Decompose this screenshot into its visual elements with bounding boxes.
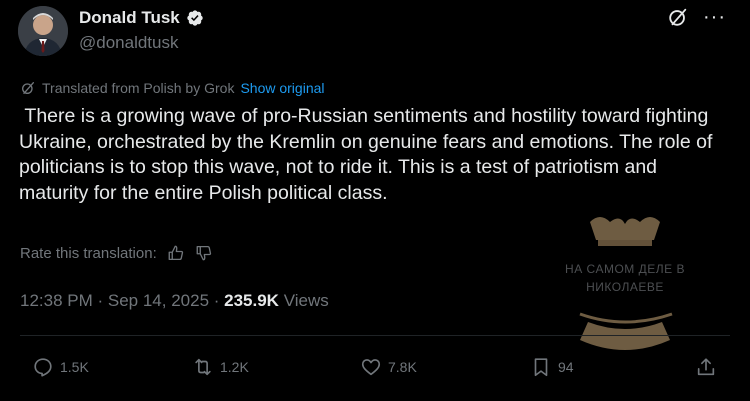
share-icon bbox=[697, 358, 715, 376]
like-count: 7.8K bbox=[388, 359, 417, 375]
more-options-icon[interactable]: ··· bbox=[703, 7, 726, 27]
views-label: Views bbox=[278, 291, 329, 310]
share-button[interactable] bbox=[695, 356, 717, 378]
bookmark-button[interactable]: 94 bbox=[530, 356, 574, 378]
rate-label: Rate this translation: bbox=[20, 244, 157, 262]
reply-count: 1.5K bbox=[60, 359, 89, 375]
like-button[interactable]: 7.8K bbox=[360, 356, 417, 378]
top-actions: ··· bbox=[667, 6, 726, 28]
views-count: 235.9K bbox=[224, 291, 279, 310]
tweet-date[interactable]: Sep 14, 2025 bbox=[108, 291, 209, 310]
author-name-row[interactable]: Donald Tusk bbox=[79, 8, 204, 28]
watermark-emblem-icon bbox=[579, 217, 673, 350]
rate-translation: Rate this translation: bbox=[20, 244, 213, 262]
translation-label: Translated from Polish by Grok bbox=[42, 80, 235, 96]
watermark-text-line2: НИКОЛАЕВЕ bbox=[586, 280, 664, 294]
watermark: НА САМОМ ДЕЛЕ В НИКОЛАЕВЕ bbox=[540, 210, 710, 380]
meta-separator-2: · bbox=[209, 291, 225, 310]
avatar-image bbox=[18, 6, 68, 56]
repost-button[interactable]: 1.2K bbox=[192, 356, 249, 378]
tweet-time[interactable]: 12:38 PM bbox=[20, 291, 93, 310]
verified-badge-icon bbox=[187, 10, 203, 26]
translation-notice: Translated from Polish by Grok Show orig… bbox=[20, 80, 325, 96]
display-name[interactable]: Donald Tusk bbox=[79, 8, 180, 28]
thumbs-up-icon[interactable] bbox=[167, 244, 185, 262]
grok-icon[interactable] bbox=[667, 6, 689, 28]
repost-icon bbox=[195, 358, 211, 376]
reply-button[interactable]: 1.5K bbox=[32, 356, 89, 378]
show-original-link[interactable]: Show original bbox=[240, 80, 324, 96]
bookmark-count: 94 bbox=[558, 359, 574, 375]
reply-icon bbox=[34, 358, 52, 377]
meta-separator: · bbox=[92, 291, 108, 310]
action-bar: 1.5K 1.2K 7.8K 94 bbox=[20, 356, 725, 382]
tweet-meta: 12:38 PM · Sep 14, 2025 · 235.9K Views bbox=[20, 291, 329, 311]
avatar[interactable] bbox=[18, 6, 68, 56]
author-handle[interactable]: @donaldtusk bbox=[79, 33, 179, 53]
divider bbox=[20, 335, 730, 336]
bookmark-icon bbox=[534, 358, 548, 377]
watermark-text-line1: НА САМОМ ДЕЛЕ В bbox=[565, 262, 685, 276]
grok-small-icon bbox=[22, 82, 34, 94]
thumbs-down-icon[interactable] bbox=[195, 244, 213, 262]
repost-count: 1.2K bbox=[220, 359, 249, 375]
heart-icon bbox=[361, 359, 381, 376]
tweet-text: There is a growing wave of pro-Russian s… bbox=[19, 105, 718, 204]
